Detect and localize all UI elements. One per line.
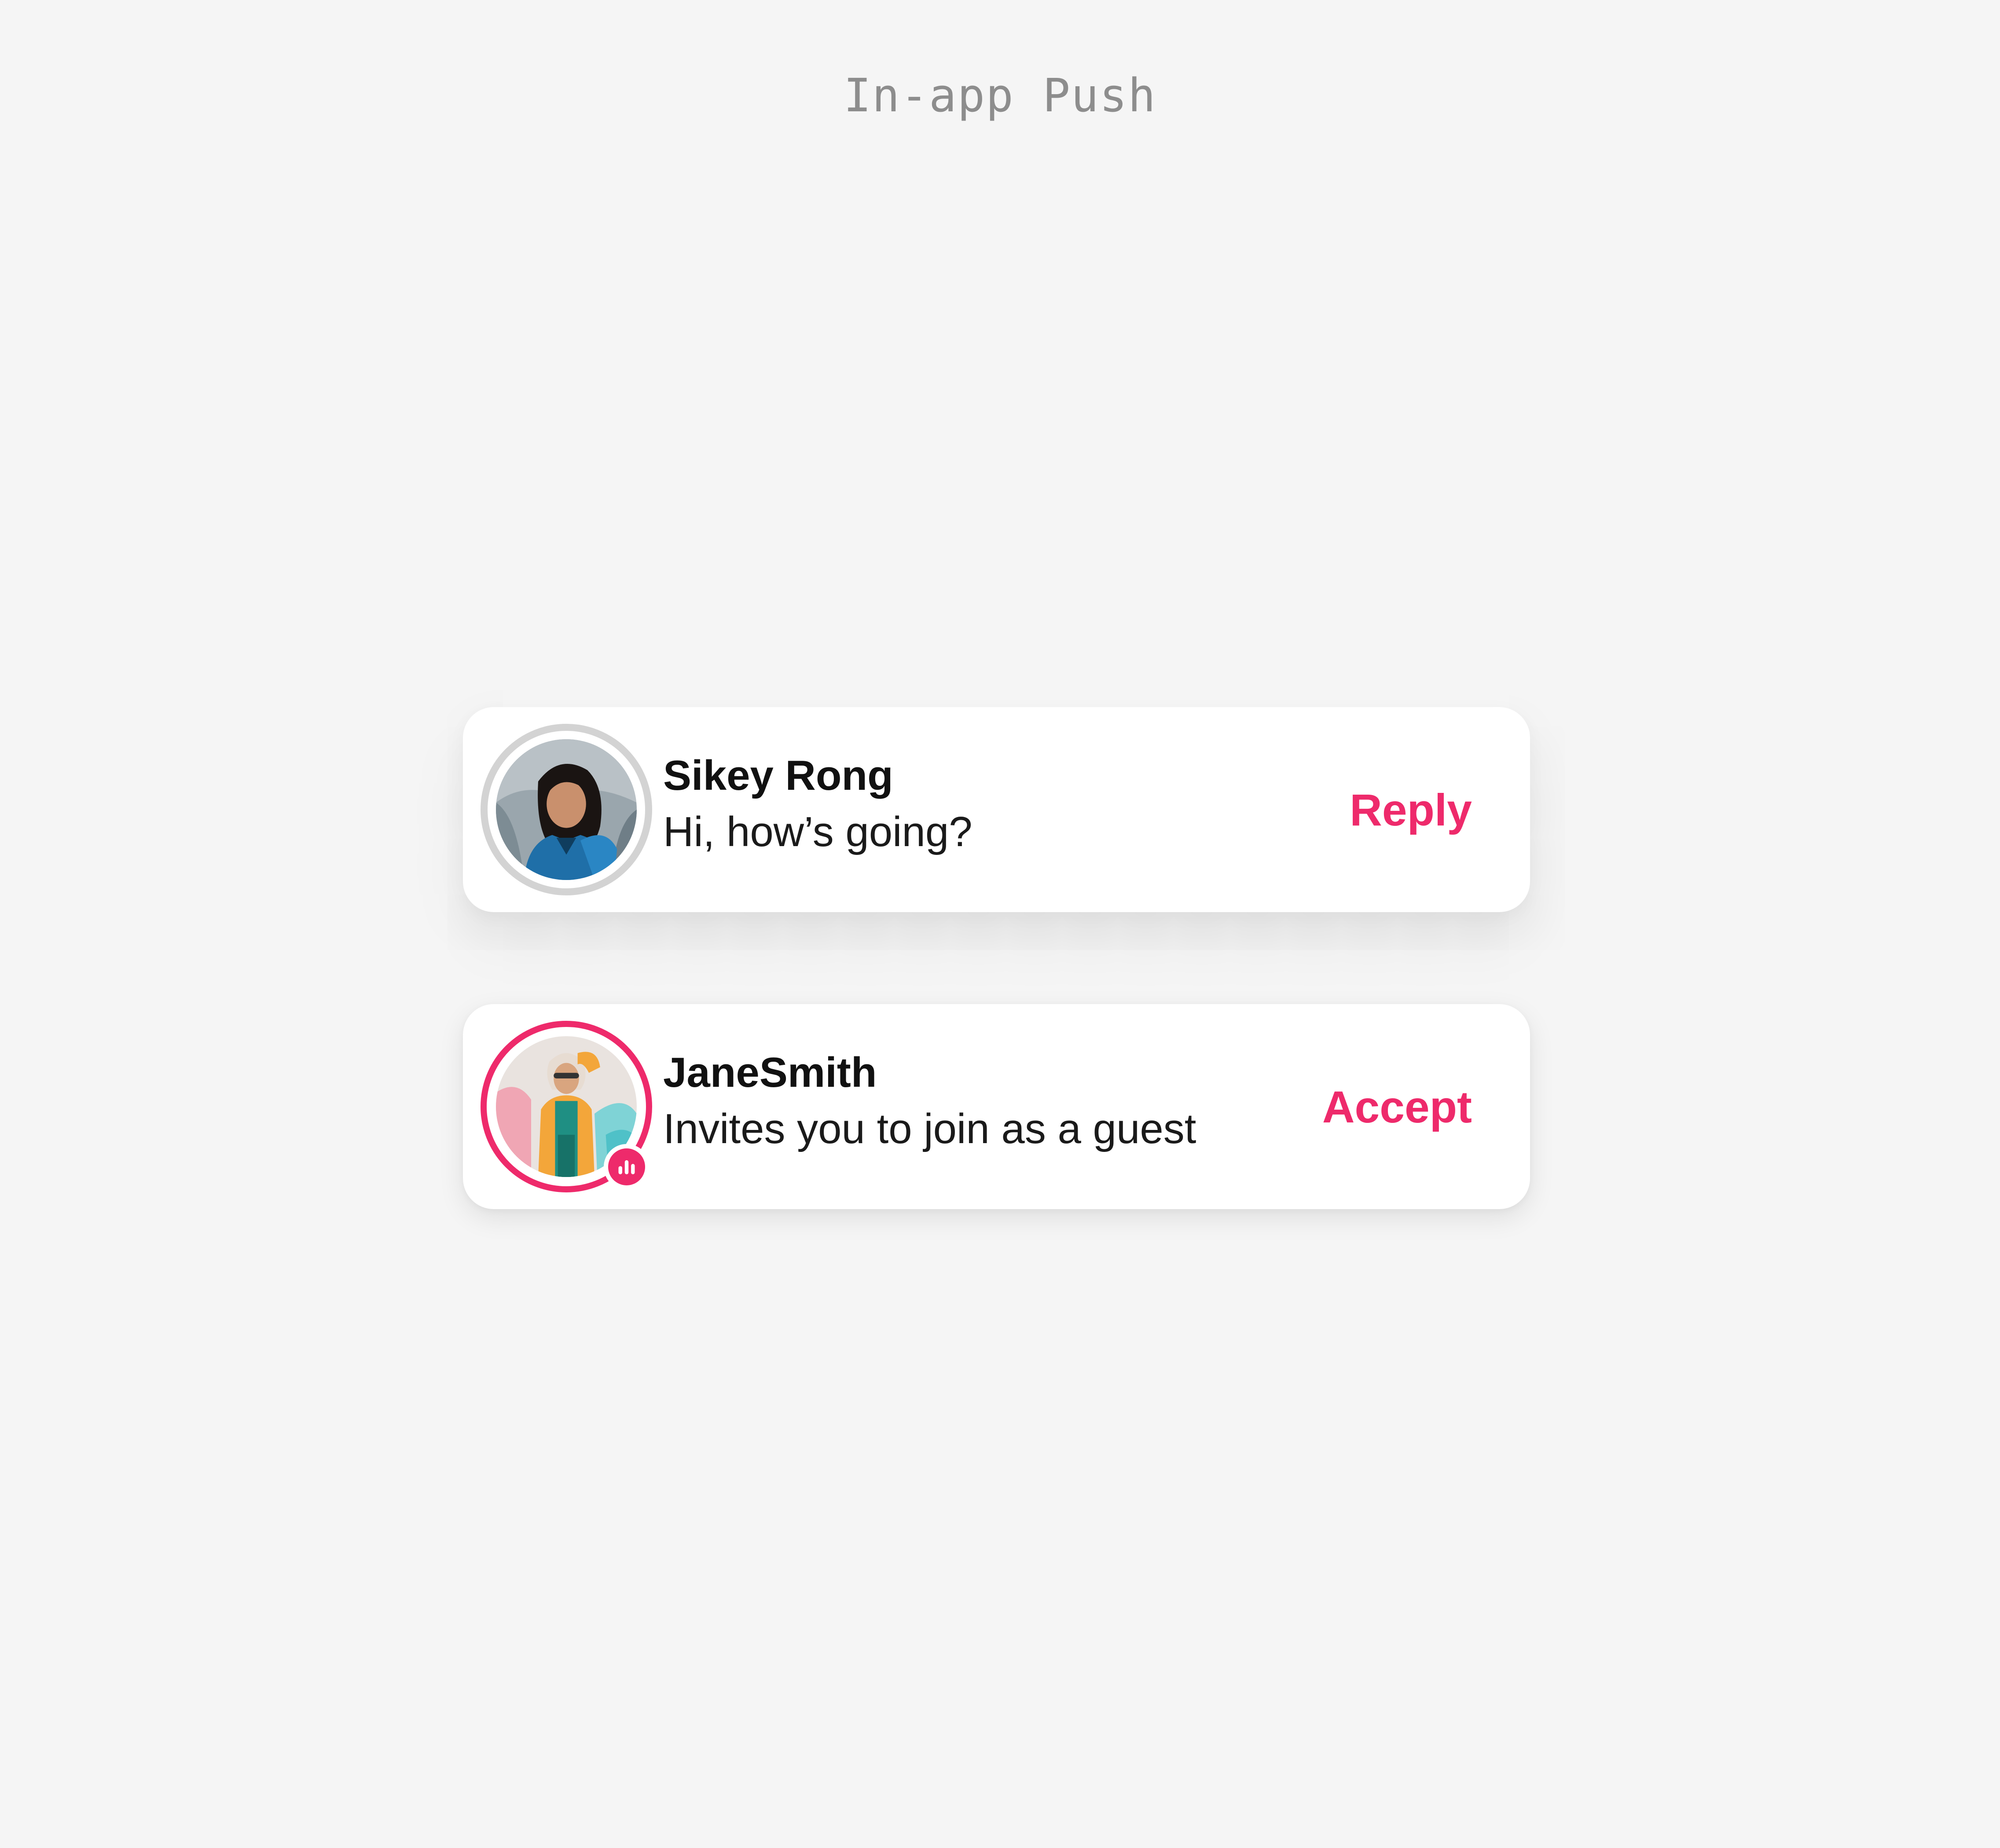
- notification-text: JaneSmith Invites you to join as a guest: [663, 1052, 1323, 1150]
- audio-bars-icon: [604, 1144, 650, 1190]
- accept-button[interactable]: Accept: [1322, 1085, 1472, 1129]
- message-preview: Invites you to join as a guest: [663, 1105, 1196, 1152]
- message-preview: Hi, how’s going?: [663, 808, 972, 855]
- reply-button[interactable]: Reply: [1350, 788, 1472, 832]
- page-title: In-app Push: [844, 69, 1156, 122]
- notification-card-message[interactable]: Sikey Rong Hi, how’s going? Reply: [463, 707, 1530, 912]
- notification-card-invite[interactable]: JaneSmith Invites you to join as a guest…: [463, 1004, 1530, 1209]
- notification-text: Sikey Rong Hi, how’s going?: [663, 755, 1323, 853]
- avatar-photo: [496, 739, 637, 880]
- avatar[interactable]: [481, 724, 652, 895]
- avatar[interactable]: [481, 1021, 652, 1192]
- sender-name: JaneSmith: [663, 1049, 877, 1096]
- sender-name: Sikey Rong: [663, 752, 893, 799]
